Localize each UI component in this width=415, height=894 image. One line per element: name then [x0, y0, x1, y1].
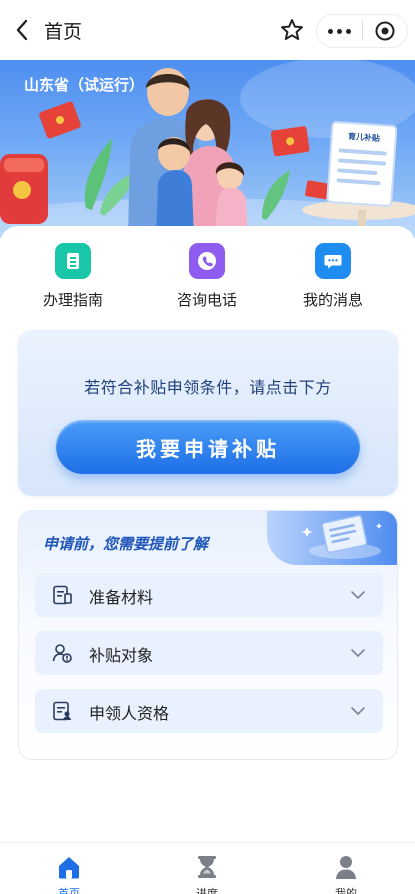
top-nav-bar: 首页 [0, 0, 415, 60]
quick-action-label: 我的消息 [302, 291, 363, 309]
quick-action-label: 咨询电话 [176, 291, 237, 309]
guide-icon [55, 243, 91, 279]
home-icon [59, 857, 79, 879]
accordion-label: 补贴对象 [89, 646, 154, 665]
star-icon [281, 19, 303, 40]
favorite-button[interactable] [278, 16, 306, 44]
tab-mine[interactable]: 我的 [277, 843, 415, 894]
accordion-materials[interactable]: 准备材料 [35, 573, 383, 617]
quick-action-phone[interactable]: 咨询电话 [142, 226, 272, 316]
accordion-eligibility[interactable]: 申领人资格 [35, 689, 383, 733]
tab-label: 我的 [335, 887, 357, 894]
back-button[interactable] [10, 16, 34, 44]
accordion-label: 准备材料 [89, 588, 154, 607]
bottom-tab-bar: 首页 进度 我的 [0, 842, 415, 894]
info-card-title: 申请前，您需要提前了解 [43, 535, 209, 553]
user-icon [336, 856, 356, 879]
chevron-left-icon [16, 19, 28, 41]
province-label: 山东省（试运行） [24, 76, 145, 94]
recipient-icon [52, 644, 72, 663]
message-icon [315, 243, 351, 279]
content-sheet: 办理指南 咨询电话 我的消息 若符合补贴申领条件，请点击下方 我要申请补贴 申请… [0, 226, 415, 846]
quick-action-guide[interactable]: 办理指南 [8, 226, 138, 316]
apply-hint: 若符合补贴申领条件，请点击下方 [84, 378, 332, 397]
quick-action-label: 办理指南 [42, 291, 103, 309]
tab-label: 首页 [58, 887, 80, 894]
more-dots-icon [327, 28, 333, 34]
document-illustration [267, 511, 397, 565]
more-button[interactable] [317, 14, 362, 48]
mini-program-capsule [316, 14, 408, 48]
eligibility-icon [53, 701, 71, 721]
more-dot [336, 28, 342, 34]
close-mini-program-button[interactable] [362, 14, 407, 48]
chevron-down-icon [351, 591, 365, 599]
hourglass-icon [198, 856, 216, 878]
tab-home[interactable]: 首页 [0, 843, 138, 894]
target-close-icon [375, 21, 395, 41]
doc-label: 育儿补贴 [347, 131, 381, 144]
materials-icon [53, 585, 72, 605]
tab-progress[interactable]: 进度 [138, 843, 276, 894]
accordion-recipients[interactable]: 补贴对象 [35, 631, 383, 675]
quick-action-messages[interactable]: 我的消息 [268, 226, 398, 316]
apply-subsidy-button[interactable]: 我要申请补贴 [56, 420, 360, 474]
accordion-label: 申领人资格 [89, 704, 170, 723]
chevron-down-icon [351, 649, 365, 657]
hero-banner: 山东省（试运行） 育儿补贴 [0, 58, 415, 238]
phone-icon [189, 243, 225, 279]
pre-application-info-card: 申请前，您需要提前了解 准备材料 补贴对象 申领人资格 [18, 510, 398, 760]
chevron-down-icon [351, 707, 365, 715]
apply-card: 若符合补贴申领条件，请点击下方 我要申请补贴 [18, 330, 398, 496]
more-dot [345, 28, 351, 34]
tab-label: 进度 [196, 887, 218, 894]
page-title: 首页 [44, 21, 83, 43]
